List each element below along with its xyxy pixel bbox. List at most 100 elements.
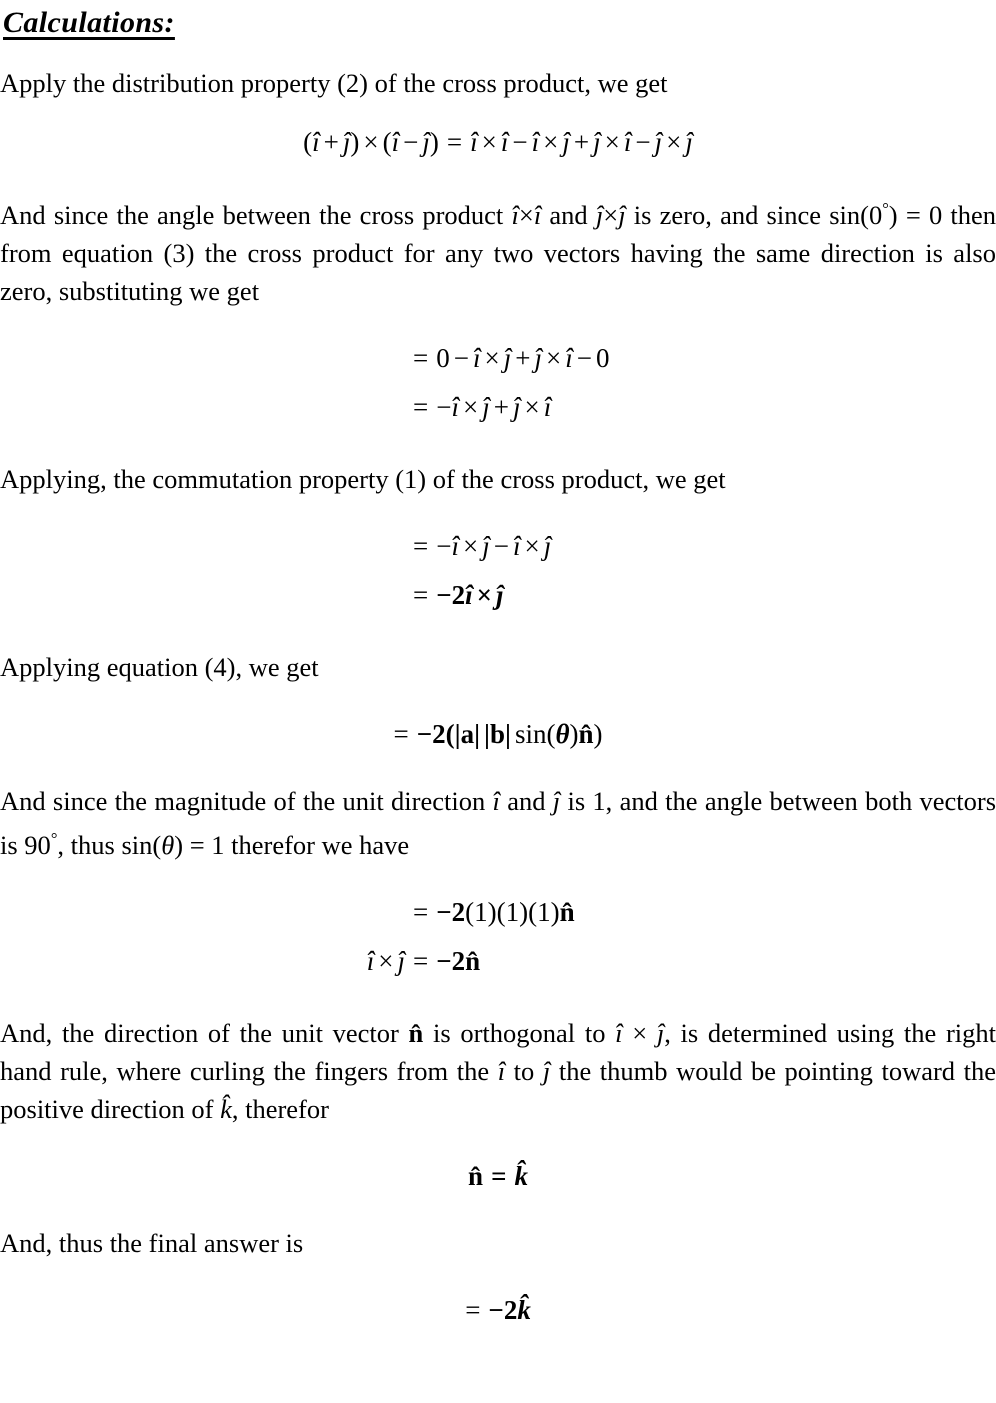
equation-rhs: = −2n̂ <box>413 939 480 983</box>
equation-line: = −2î × ĵ <box>0 573 996 622</box>
math-rparen: ) <box>487 896 497 927</box>
i-hat-symbol: î <box>497 1055 506 1086</box>
math-lparen: ( <box>382 127 392 157</box>
math-equals: = <box>413 579 429 610</box>
math-minus: − <box>436 896 452 927</box>
equation-substituted-zero-terms: = 0− î × ĵ + ĵ × î −0 = −î × ĵ + ĵ × î <box>0 336 996 434</box>
i-hat-symbol: î <box>451 391 459 422</box>
equation-line: = −2k̂ <box>0 1288 996 1332</box>
math-lparen: ( <box>496 896 506 927</box>
equation-line: = −2(|a| |b| sin(θ)n̂) <box>0 712 996 756</box>
math-minus: − <box>488 1294 504 1325</box>
i-hat-symbol: î <box>615 1017 623 1048</box>
j-hat-symbol: ĵ <box>552 785 561 816</box>
j-hat-symbol: ĵ <box>593 127 601 157</box>
vector-b-symbol: b <box>489 718 505 749</box>
degree-icon: ° <box>882 199 889 218</box>
math-minus: − <box>493 530 509 561</box>
math-bar: | <box>474 718 481 749</box>
equation-rhs: = −2(1)(1)(1)n̂ <box>413 890 575 934</box>
equation-rhs: = −î × ĵ − î × ĵ <box>413 524 551 568</box>
one-value: 1 <box>474 896 488 927</box>
times-icon: × <box>363 127 379 157</box>
math-lparen: ( <box>465 896 475 927</box>
one-value: 1 <box>537 896 551 927</box>
j-hat-symbol: ĵ <box>496 579 504 610</box>
math-equals: = <box>413 896 429 927</box>
equation-line: n̂ = k̂ <box>0 1154 996 1198</box>
times-icon: × <box>462 530 479 561</box>
math-lparen: ( <box>860 199 869 230</box>
page-title: Calculations: <box>3 6 175 39</box>
coefficient-two: 2 <box>451 945 466 976</box>
i-hat-symbol: î <box>312 127 320 157</box>
text-run: And since the angle between the cross pr… <box>0 199 504 230</box>
math-rparen: ) <box>350 127 360 157</box>
i-hat-symbol: î <box>623 127 632 157</box>
k-hat-symbol: k̂ <box>517 1294 531 1325</box>
paragraph-angle-zero: And since the angle between the cross pr… <box>0 190 996 310</box>
vector-a-symbol: a <box>460 718 475 749</box>
j-hat-symbol: ĵ <box>422 127 430 157</box>
math-plus: + <box>573 127 590 157</box>
j-hat-symbol: ĵ <box>618 199 626 230</box>
i-hat-symbol: î <box>531 127 540 157</box>
n-hat-symbol: n̂ <box>465 945 481 976</box>
n-hat-symbol: n̂ <box>559 896 575 927</box>
j-hat-symbol: ĵ <box>482 391 490 422</box>
i-hat-symbol: î <box>533 199 542 230</box>
times-icon: × <box>545 342 562 373</box>
math-minus: − <box>453 342 469 373</box>
times-icon: × <box>632 1017 648 1048</box>
text-run: , thus <box>57 829 115 860</box>
times-icon: × <box>543 127 559 157</box>
equation-line: = −î × ĵ + ĵ × î <box>0 385 996 434</box>
math-lparen: ( <box>445 718 455 749</box>
text-run: and <box>507 785 546 816</box>
j-hat-symbol: ĵ <box>503 342 512 373</box>
math-minus: − <box>576 342 592 373</box>
math-minus: − <box>436 391 452 422</box>
paragraph-commutation-property: Applying, the commutation property (1) o… <box>0 463 726 494</box>
i-hat-symbol: î <box>470 127 478 157</box>
text-run: is orthogonal to <box>432 1017 606 1048</box>
math-minus: − <box>436 945 452 976</box>
sin-function: sin <box>121 829 153 860</box>
math-minus: − <box>403 127 419 157</box>
j-hat-symbol: ĵ <box>543 530 552 561</box>
equation-rhs: = −î × ĵ + ĵ × î <box>413 385 551 429</box>
coefficient-two: 2 <box>451 579 466 610</box>
i-hat-symbol: î <box>465 579 473 610</box>
times-icon: × <box>476 579 493 610</box>
times-icon: × <box>603 199 619 230</box>
coefficient-two: 2 <box>451 896 466 927</box>
zero-value: 0 <box>436 342 450 373</box>
math-minus: − <box>512 127 528 157</box>
paragraph-unit-magnitude: And since the magnitude of the unit dire… <box>0 782 996 864</box>
i-hat-symbol: î <box>472 342 481 373</box>
math-lparen: ( <box>152 829 162 860</box>
paragraph-right-hand-rule: And, the direction of the unit vector n̂… <box>0 1014 996 1128</box>
math-equals: = <box>446 127 463 157</box>
math-equals: = <box>491 1160 507 1191</box>
math-rparen: ) <box>593 718 603 749</box>
math-lparen: ( <box>303 127 313 157</box>
j-hat-symbol: ĵ <box>542 1055 551 1086</box>
math-minus: − <box>635 127 651 157</box>
times-icon: × <box>524 391 540 422</box>
k-hat-symbol: k̂ <box>220 1093 232 1124</box>
n-hat-symbol: n̂ <box>408 1017 424 1048</box>
times-icon: × <box>524 530 540 561</box>
equation-line: = −î × ĵ − î × ĵ <box>0 524 996 573</box>
equation-commutation-applied: = −î × ĵ − î × ĵ = −2î × ĵ <box>0 524 996 622</box>
